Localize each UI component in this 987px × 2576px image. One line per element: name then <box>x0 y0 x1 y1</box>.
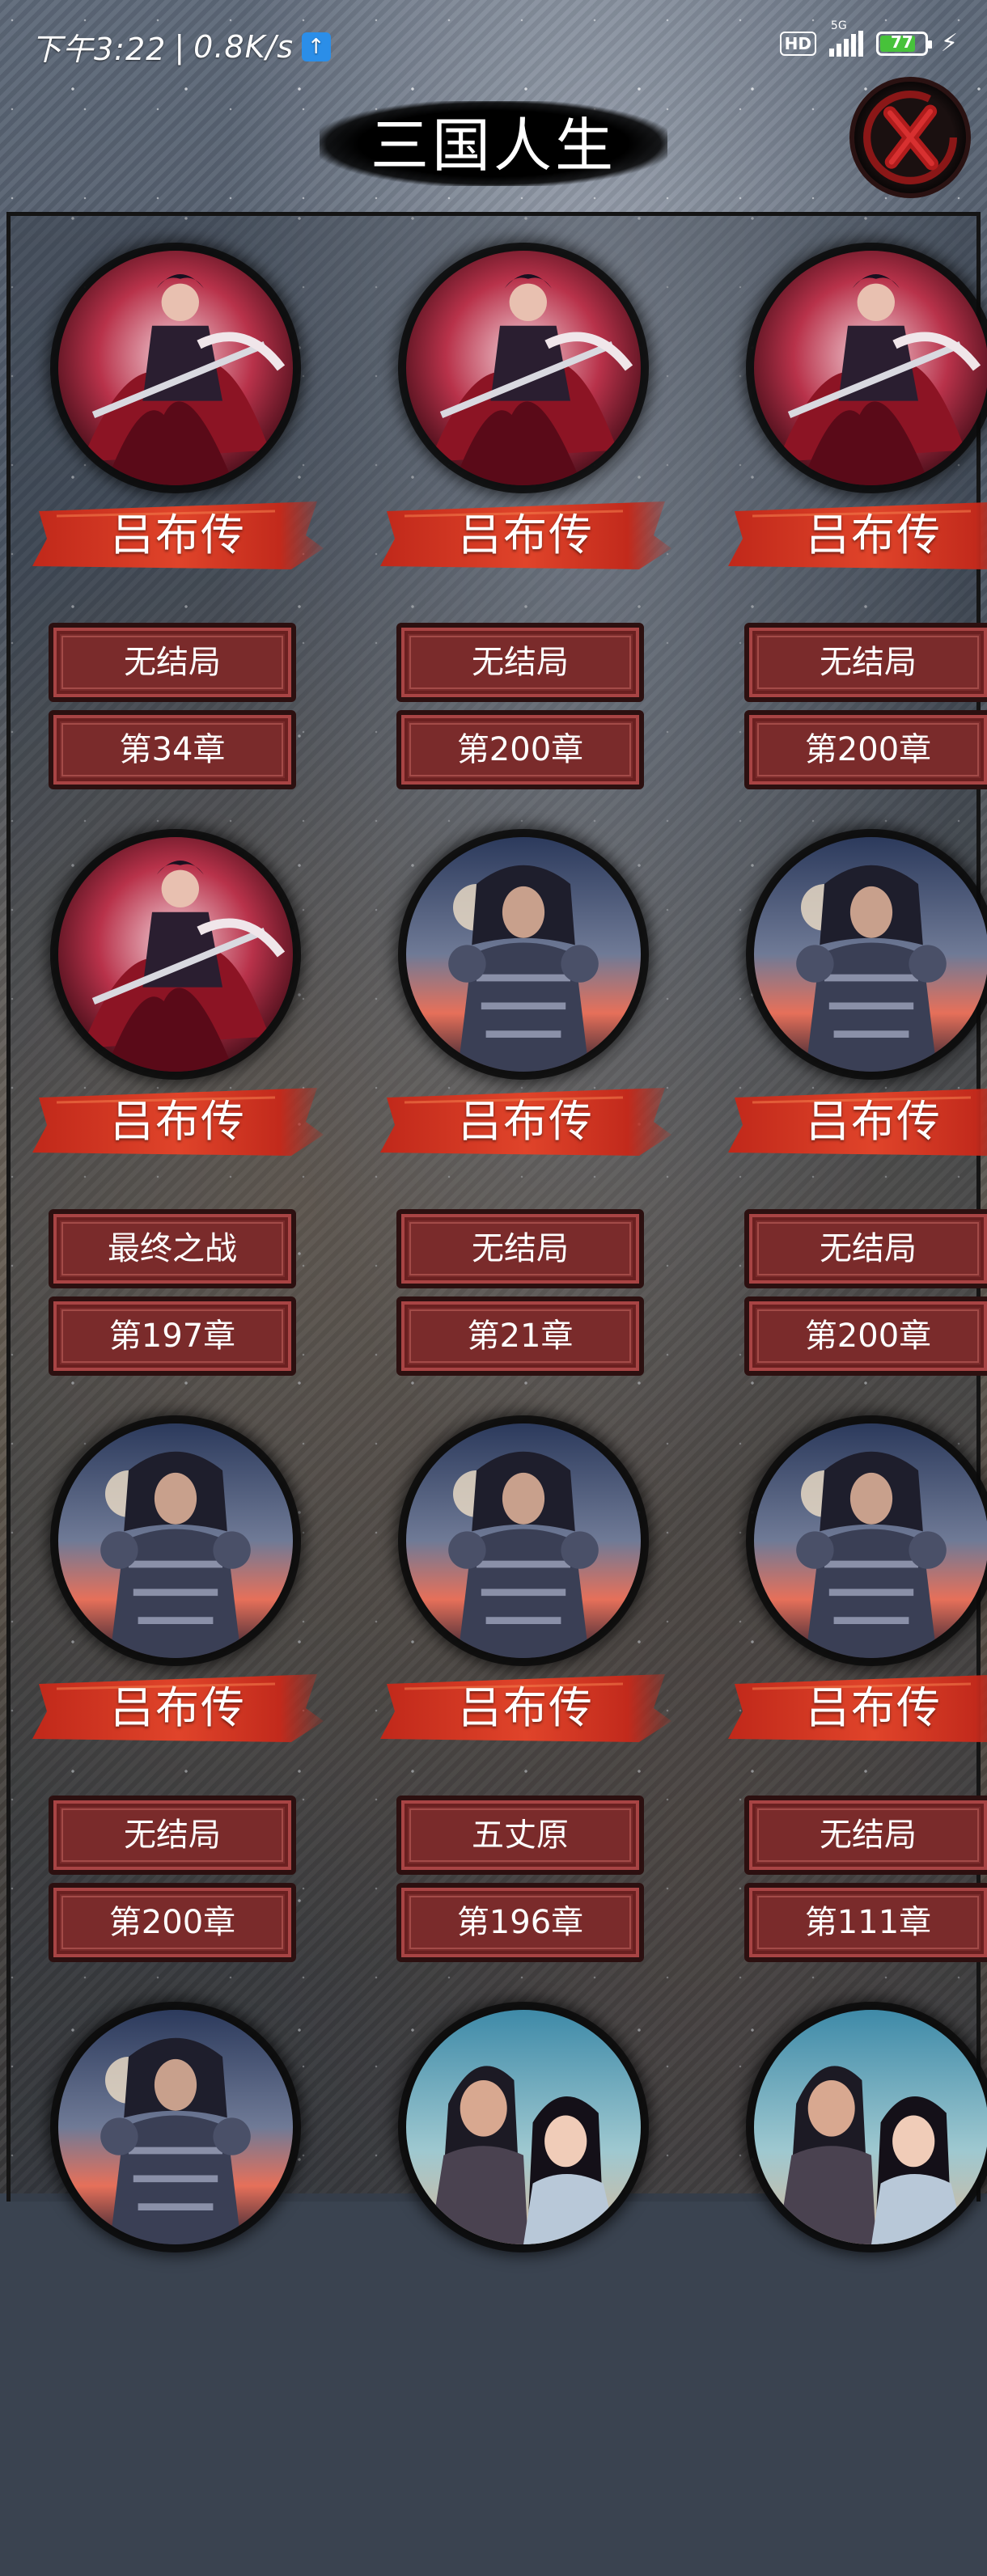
character-portrait <box>406 251 641 485</box>
record-title: 吕布传 <box>110 510 246 560</box>
record-title: 吕布传 <box>806 510 942 560</box>
ending-tag: 五丈原 <box>396 1796 644 1875</box>
record-card[interactable]: 吕布传无结局第21章 <box>372 837 680 1403</box>
ending-label: 无结局 <box>820 644 917 681</box>
record-title: 吕布传 <box>806 1682 942 1733</box>
ending-label: 无结局 <box>820 1817 917 1854</box>
name-banner: 吕布传 <box>728 1086 987 1157</box>
name-banner: 吕布传 <box>380 500 671 571</box>
chapter-label: 第200章 <box>804 731 932 768</box>
record-title: 吕布传 <box>806 1096 942 1147</box>
upload-icon: ↑ <box>302 32 332 61</box>
character-portrait <box>754 251 987 485</box>
battery-icon: 77 <box>875 31 932 56</box>
chapter-label: 第34章 <box>119 731 226 768</box>
ending-label: 无结局 <box>124 1817 221 1854</box>
record-card[interactable] <box>24 2010 332 2576</box>
battery-level: 77 <box>891 32 913 52</box>
hd-icon: HD <box>779 31 816 56</box>
chapter-tag: 第200章 <box>744 1296 987 1376</box>
character-portrait <box>58 2010 293 2244</box>
record-card[interactable]: 吕布传最终之战第197章 <box>24 837 332 1403</box>
record-title: 吕布传 <box>458 1096 594 1147</box>
chapter-tag: 第197章 <box>49 1296 296 1376</box>
character-portrait <box>754 1423 987 1658</box>
charging-icon: ⚡ <box>940 29 958 57</box>
close-button[interactable] <box>849 77 971 198</box>
ending-tag: 无结局 <box>744 1796 987 1875</box>
clock: 下午3:22 <box>31 32 167 67</box>
record-card[interactable]: 吕布传无结局第34章 <box>24 251 332 817</box>
record-card[interactable]: 吕布传五丈原第196章 <box>372 1423 680 1990</box>
name-banner: 吕布传 <box>380 1673 671 1744</box>
record-title: 吕布传 <box>110 1682 246 1733</box>
ending-tag: 无结局 <box>744 623 987 702</box>
ending-label: 无结局 <box>472 1230 569 1267</box>
ending-tag: 无结局 <box>396 623 644 702</box>
ending-tag: 最终之战 <box>49 1209 296 1288</box>
chapter-label: 第200章 <box>804 1318 932 1355</box>
name-banner: 吕布传 <box>728 500 987 571</box>
record-card[interactable]: 吕布传无结局第200章 <box>372 251 680 817</box>
chapter-tag: 第200章 <box>49 1883 296 1962</box>
signal-icon: 5G <box>828 19 863 57</box>
chapter-tag: 第111章 <box>744 1883 987 1962</box>
chapter-label: 第200章 <box>456 731 584 768</box>
chapter-label: 第21章 <box>467 1318 574 1355</box>
character-portrait <box>406 837 641 1072</box>
chapter-label: 第111章 <box>804 1904 932 1941</box>
character-portrait <box>754 837 987 1072</box>
ending-label: 无结局 <box>124 644 221 681</box>
character-portrait <box>754 2010 987 2244</box>
status-right: HD 5G 77 ⚡ <box>779 19 958 57</box>
chapter-tag: 第21章 <box>396 1296 644 1376</box>
ending-tag: 无结局 <box>744 1209 987 1288</box>
record-card[interactable] <box>372 2010 680 2576</box>
record-card[interactable]: 吕布传无结局第200章 <box>720 837 987 1403</box>
character-portrait <box>58 251 293 485</box>
name-banner: 吕布传 <box>728 1673 987 1744</box>
status-bar: 下午3:22 | 0.8K/s ↑ HD 5G 77 ⚡ <box>0 0 987 89</box>
ending-label: 最终之战 <box>108 1230 237 1267</box>
name-banner: 吕布传 <box>380 1086 671 1157</box>
record-card[interactable]: 吕布传无结局第200章 <box>24 1423 332 1990</box>
close-icon <box>863 91 957 184</box>
status-left: 下午3:22 | 0.8K/s ↑ <box>31 24 332 69</box>
ending-tag: 无结局 <box>396 1209 644 1288</box>
record-card[interactable] <box>720 2010 987 2576</box>
ending-tag: 无结局 <box>49 623 296 702</box>
character-portrait <box>58 837 293 1072</box>
ending-label: 无结局 <box>472 644 569 681</box>
chapter-label: 第196章 <box>456 1904 584 1941</box>
name-banner: 吕布传 <box>32 1086 324 1157</box>
page-title: 三国人生 <box>370 112 616 180</box>
chapter-label: 第200章 <box>108 1904 236 1941</box>
record-card[interactable]: 吕布传无结局第111章 <box>720 1423 987 1990</box>
character-portrait <box>58 1423 293 1658</box>
record-title: 吕布传 <box>458 510 594 560</box>
network-type: 5G <box>830 19 847 32</box>
name-banner: 吕布传 <box>32 500 324 571</box>
network-speed: 0.8K/s <box>193 28 294 65</box>
name-banner: 吕布传 <box>32 1673 324 1744</box>
ending-tag: 无结局 <box>49 1796 296 1875</box>
ending-label: 无结局 <box>820 1230 917 1267</box>
chapter-tag: 第196章 <box>396 1883 644 1962</box>
record-title: 吕布传 <box>110 1096 246 1147</box>
chapter-tag: 第200章 <box>744 710 987 789</box>
character-portrait <box>406 1423 641 1658</box>
record-card[interactable]: 吕布传无结局第200章 <box>720 251 987 817</box>
chapter-label: 第197章 <box>108 1318 236 1355</box>
divider: | <box>174 28 186 65</box>
chapter-tag: 第200章 <box>396 710 644 789</box>
character-portrait <box>406 2010 641 2244</box>
chapter-tag: 第34章 <box>49 710 296 789</box>
record-title: 吕布传 <box>458 1682 594 1733</box>
ending-label: 五丈原 <box>472 1817 569 1854</box>
